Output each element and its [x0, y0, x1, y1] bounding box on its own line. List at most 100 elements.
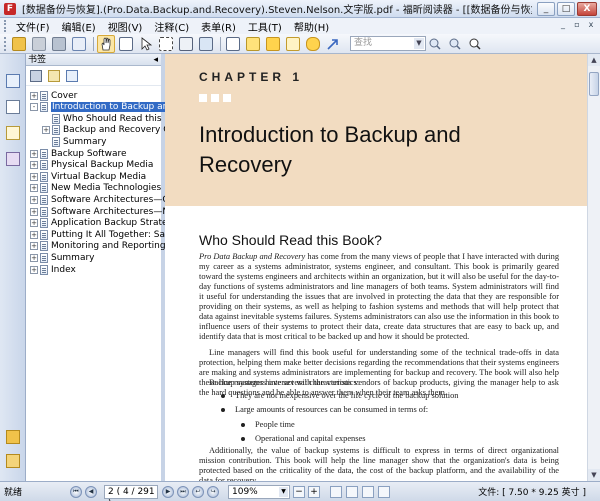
menu-form[interactable]: 表单(R) — [195, 19, 242, 34]
bookmark-item[interactable]: + Summary — [30, 252, 95, 263]
bookmark-item[interactable]: Summary — [42, 136, 107, 147]
bookmark-icon — [40, 241, 48, 252]
foxit-app-icon[interactable]: F — [4, 2, 16, 15]
annotation-select-button[interactable] — [137, 35, 155, 53]
expand-toggle[interactable]: + — [30, 219, 38, 228]
bookmarks-panel-icon[interactable] — [6, 74, 20, 88]
arrow-tool-button[interactable] — [324, 35, 342, 53]
bookmark-item[interactable]: + Virtual Backup Media — [30, 171, 146, 182]
pen-button[interactable] — [284, 35, 302, 53]
snapshot-icon — [159, 36, 173, 51]
collapse-toggle[interactable]: - — [30, 103, 38, 112]
expand-toggle[interactable]: + — [42, 126, 50, 135]
menu-comment[interactable]: 注释(C) — [148, 19, 195, 34]
bookmark-item[interactable]: + Physical Backup Media — [30, 160, 153, 171]
delete-bookmark-icon[interactable] — [30, 69, 42, 82]
expand-toggle[interactable]: + — [30, 242, 38, 251]
menu-tools[interactable]: 工具(T) — [242, 19, 288, 34]
comments-panel-icon[interactable] — [6, 126, 20, 140]
sub-bullet-item: Operational and capital expenses — [241, 434, 365, 443]
advanced-search-button[interactable] — [466, 35, 484, 53]
first-page-button[interactable]: ⏮ — [70, 485, 82, 498]
expand-toggle[interactable]: + — [30, 161, 38, 170]
expand-toggle[interactable]: + — [30, 253, 38, 262]
expand-bookmark-icon[interactable] — [66, 69, 78, 82]
layers-panel-icon[interactable] — [6, 152, 20, 166]
single-page-view-button[interactable] — [330, 485, 342, 498]
continuous-facing-view-button[interactable] — [378, 485, 390, 498]
chevron-down-icon[interactable]: ▼ — [279, 486, 288, 497]
sub-bullet-text: Operational and capital expenses — [255, 434, 366, 443]
hand-icon — [101, 36, 111, 50]
previous-page-button[interactable]: ◀ — [85, 485, 97, 498]
back-button[interactable]: ↩ — [192, 485, 204, 498]
menu-view[interactable]: 视图(V) — [102, 19, 149, 34]
search-box[interactable]: 查找 ▼ — [350, 36, 426, 51]
minimize-button[interactable]: _ — [537, 2, 555, 16]
bookmark-item[interactable]: + Cover — [30, 90, 77, 101]
doc-minimize-button[interactable]: _ — [558, 20, 568, 30]
expand-toggle[interactable]: + — [30, 91, 38, 100]
doc-close-button[interactable]: x — [586, 20, 596, 30]
image-button[interactable] — [197, 35, 215, 53]
expand-toggle[interactable]: + — [30, 149, 38, 158]
expand-toggle[interactable]: + — [30, 207, 38, 216]
typewriter-button[interactable] — [177, 35, 195, 53]
text-select-button[interactable] — [117, 35, 135, 53]
open-button[interactable] — [10, 35, 28, 53]
comment-tools-button[interactable] — [224, 35, 242, 53]
zoom-out-button[interactable]: − — [293, 485, 305, 498]
comment-bubble-button[interactable] — [304, 35, 322, 53]
email-button[interactable] — [70, 35, 88, 53]
find-previous-button[interactable] — [426, 35, 444, 53]
chapter-decoration — [199, 94, 231, 102]
scroll-thumb[interactable] — [589, 72, 599, 96]
snapshot-button[interactable] — [157, 35, 175, 53]
print-button[interactable] — [50, 35, 68, 53]
menu-help[interactable]: 帮助(H) — [288, 19, 335, 34]
bookmark-item[interactable]: + Application Backup Strategies — [30, 218, 186, 229]
collapse-panel-button[interactable]: ◂ — [153, 54, 158, 66]
facing-view-button[interactable] — [362, 485, 374, 498]
page-number-input[interactable]: 2 ( 4 / 291 ) — [104, 484, 158, 501]
toolbar-grip[interactable] — [4, 36, 8, 51]
highlight-button[interactable] — [244, 35, 262, 53]
zoom-select[interactable]: 109% ▼ — [228, 484, 290, 499]
document-view[interactable]: CHAPTER 1 Introduction to Backup and Rec… — [165, 54, 587, 481]
attachments-panel-icon[interactable] — [6, 430, 20, 444]
expand-toggle[interactable]: + — [30, 172, 38, 181]
zoom-in-button[interactable]: + — [308, 485, 320, 498]
bookmark-item[interactable]: + Monitoring and Reporting — [30, 241, 166, 252]
image-icon — [199, 36, 213, 51]
expand-toggle[interactable]: + — [30, 195, 38, 204]
bookmark-icon — [40, 148, 48, 159]
forward-button[interactable]: ↪ — [207, 485, 219, 498]
continuous-view-button[interactable] — [346, 485, 358, 498]
pages-panel-icon[interactable] — [6, 100, 20, 114]
menu-edit[interactable]: 编辑(E) — [56, 19, 102, 34]
find-next-button[interactable] — [446, 35, 464, 53]
paperclip-icon[interactable] — [6, 454, 20, 468]
next-page-button[interactable]: ▶ — [162, 485, 174, 498]
close-button[interactable]: X — [577, 2, 597, 16]
expand-toggle[interactable]: + — [30, 265, 38, 274]
menu-file[interactable]: 文件(F) — [10, 19, 56, 34]
note-button[interactable] — [264, 35, 282, 53]
bookmark-item[interactable]: + Index — [30, 264, 76, 275]
bookmark-item[interactable]: + Backup Software — [30, 148, 127, 159]
expand-toggle[interactable]: + — [30, 230, 38, 239]
new-bookmark-icon[interactable] — [48, 69, 60, 82]
doc-restore-button[interactable]: ▫ — [572, 20, 582, 30]
hand-tool-button[interactable] — [97, 34, 115, 53]
bookmark-item[interactable]: + New Media Technologies — [30, 183, 161, 194]
save-button[interactable] — [30, 35, 48, 53]
scroll-up-arrow[interactable]: ▲ — [588, 54, 600, 66]
chevron-down-icon[interactable]: ▼ — [414, 38, 424, 49]
vertical-scrollbar[interactable]: ▲ ▼ — [587, 54, 600, 481]
toolbar-separator — [93, 36, 94, 51]
last-page-button[interactable]: ⏭ — [177, 485, 189, 498]
section-heading: Who Should Read this Book? — [199, 232, 382, 248]
maximize-button[interactable]: □ — [557, 2, 575, 16]
expand-toggle[interactable]: + — [30, 184, 38, 193]
scroll-down-arrow[interactable]: ▼ — [588, 469, 600, 481]
